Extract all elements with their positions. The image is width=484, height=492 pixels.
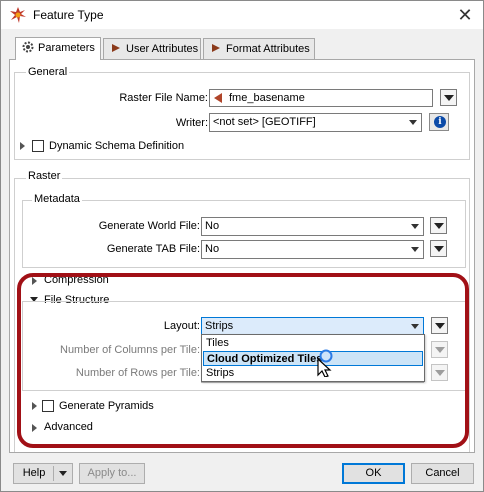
raster-file-name-label: Raster File Name:: [119, 92, 208, 104]
writer-info-button[interactable]: i: [429, 113, 449, 131]
chevron-down-icon: [411, 224, 419, 229]
tab-label: Format Attributes: [226, 43, 310, 55]
dynamic-schema-label: Dynamic Schema Definition: [49, 140, 185, 152]
arrow-right-icon: [112, 44, 120, 52]
tab-file-combo[interactable]: No: [201, 240, 424, 259]
metadata-group-title: Metadata: [32, 193, 82, 205]
apply-to-button[interactable]: Apply to...: [79, 463, 145, 484]
advanced-chevron-icon[interactable]: [32, 424, 37, 432]
attribute-icon: [214, 93, 222, 103]
chevron-down-icon: [411, 324, 419, 329]
window-title: Feature Type: [33, 8, 104, 22]
rows-menu-button[interactable]: [431, 364, 448, 381]
compression-chevron-icon[interactable]: [32, 277, 37, 285]
layout-label: Layout:: [163, 320, 200, 332]
cancel-button[interactable]: Cancel: [411, 463, 474, 484]
columns-menu-button[interactable]: [431, 341, 448, 358]
world-file-combo[interactable]: No: [201, 217, 424, 236]
hand-cursor-icon: [317, 349, 333, 377]
advanced-label[interactable]: Advanced: [44, 421, 93, 433]
world-file-menu-button[interactable]: [430, 217, 447, 234]
tab-file-label: Generate TAB File:: [106, 243, 200, 255]
close-icon[interactable]: ✕: [453, 3, 477, 27]
raster-file-name-menu-button[interactable]: [440, 89, 457, 106]
layout-menu-button[interactable]: [431, 317, 448, 334]
info-icon: i: [434, 116, 446, 128]
writer-combo[interactable]: <not set> [GEOTIFF]: [209, 113, 422, 132]
arrow-right-icon: [212, 44, 220, 52]
feature-type-dialog: Feature Type ✕ Parameters User Attribute…: [0, 0, 484, 492]
layout-value: Strips: [205, 320, 234, 332]
general-group-title: General: [26, 66, 70, 78]
help-label: Help: [22, 467, 46, 479]
columns-per-tile-label: Number of Columns per Tile:: [60, 344, 200, 356]
help-button[interactable]: Help: [13, 463, 73, 484]
tab-format-attributes[interactable]: Format Attributes: [203, 38, 315, 59]
raster-file-name-value: fme_basename: [229, 92, 305, 104]
tab-file-menu-button[interactable]: [430, 240, 447, 257]
writer-label: Writer:: [175, 117, 208, 129]
split-separator: [53, 466, 54, 481]
raster-group-title: Raster: [26, 170, 63, 182]
pyramids-chevron-icon[interactable]: [32, 402, 37, 410]
gear-icon: [22, 41, 34, 53]
world-file-value: No: [205, 220, 220, 232]
compression-label[interactable]: Compression: [44, 274, 109, 286]
dynamic-schema-checkbox[interactable]: [32, 140, 44, 152]
tab-user-attributes[interactable]: User Attributes: [103, 38, 201, 59]
chevron-down-icon[interactable]: [59, 471, 67, 476]
raster-file-name-field[interactable]: fme_basename: [209, 89, 433, 107]
writer-value: <not set> [GEOTIFF]: [213, 116, 316, 128]
chevron-down-icon: [409, 120, 417, 125]
tab-file-value: No: [205, 243, 220, 255]
expand-chevron-icon[interactable]: [20, 142, 25, 150]
tab-label: Parameters: [38, 42, 95, 54]
rows-per-tile-label: Number of Rows per Tile:: [75, 367, 200, 379]
generate-pyramids-checkbox[interactable]: [42, 400, 54, 412]
tab-parameters[interactable]: Parameters: [15, 37, 101, 60]
tab-label: User Attributes: [126, 43, 199, 55]
generate-pyramids-label: Generate Pyramids: [59, 400, 154, 412]
chevron-down-icon: [411, 247, 419, 252]
title-bar: Feature Type ✕: [1, 1, 483, 29]
fme-app-icon: [10, 7, 26, 23]
ok-button[interactable]: OK: [342, 463, 405, 484]
parameters-panel: General Raster File Name: fme_basename W…: [9, 59, 475, 453]
world-file-label: Generate World File:: [98, 220, 200, 232]
